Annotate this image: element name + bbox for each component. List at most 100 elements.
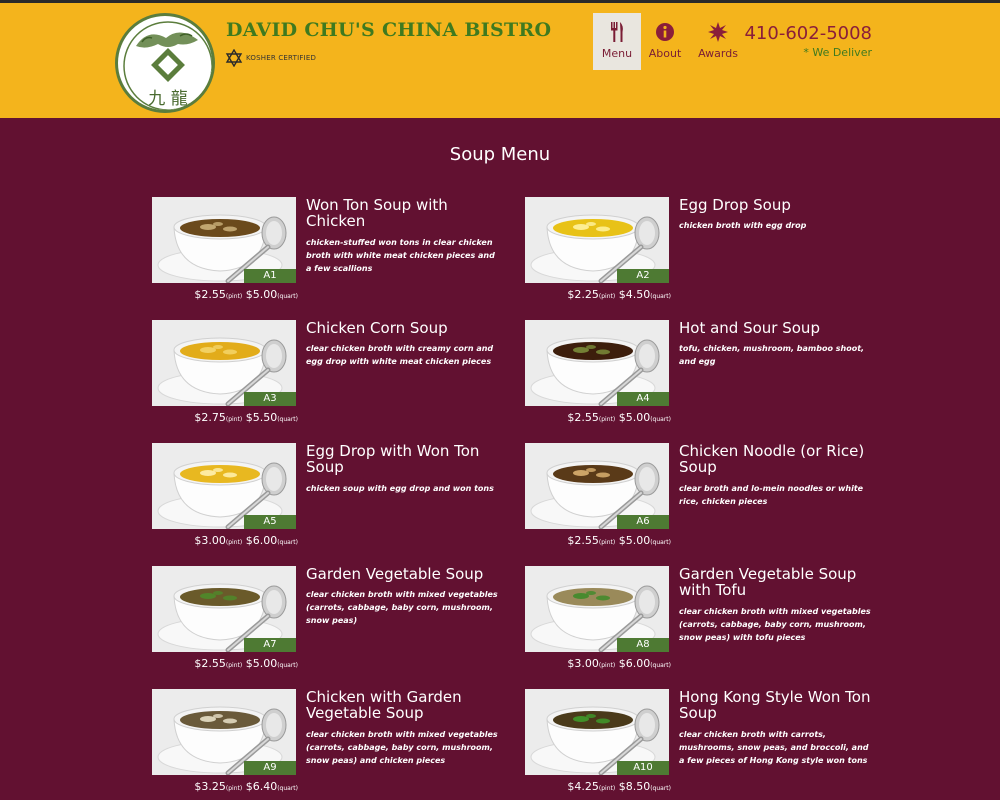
- item-name[interactable]: Won Ton Soup with Chicken: [306, 197, 502, 229]
- size-label-small: (pint): [225, 539, 243, 546]
- item-name[interactable]: Chicken Corn Soup: [306, 320, 502, 336]
- item-description: chicken broth with egg drop: [679, 221, 807, 230]
- item-description: clear broth and lo-mein noodles or white…: [679, 484, 864, 506]
- nav-menu[interactable]: Menu: [593, 13, 641, 70]
- price-small: $2.75: [194, 411, 226, 424]
- item-description: clear chicken broth with creamy corn and…: [306, 344, 494, 366]
- price-small: $2.55: [194, 288, 226, 301]
- item-code: A1: [244, 269, 296, 283]
- item-code: A3: [244, 392, 296, 406]
- star-of-david-icon: [225, 49, 243, 67]
- item-code: A4: [617, 392, 669, 406]
- nav-about[interactable]: About: [641, 13, 689, 70]
- menu-item[interactable]: A1 $2.55(pint) $5.00(quart) Won Ton Soup…: [152, 197, 502, 312]
- soup-photo[interactable]: A7: [152, 566, 296, 652]
- soup-photo[interactable]: A2: [525, 197, 669, 283]
- price-small: $4.25: [567, 780, 599, 793]
- restaurant-logo[interactable]: 九 龍: [115, 13, 215, 113]
- item-price: $2.55(pint) $5.00(quart): [525, 534, 671, 547]
- size-label-small: (pint): [598, 662, 616, 669]
- soup-photo[interactable]: A1: [152, 197, 296, 283]
- size-label-large: (quart): [650, 785, 671, 792]
- item-price: $2.55(pint) $5.00(quart): [152, 288, 298, 301]
- item-name[interactable]: Garden Vegetable Soup with Tofu: [679, 566, 875, 598]
- size-label-large: (quart): [277, 416, 298, 423]
- item-price: $2.25(pint) $4.50(quart): [525, 288, 671, 301]
- menu-item[interactable]: A5 $3.00(pint) $6.00(quart) Egg Drop wit…: [152, 443, 502, 558]
- price-large: $8.50: [618, 780, 651, 793]
- item-price: $2.55(pint) $5.00(quart): [525, 411, 671, 424]
- soup-photo[interactable]: A3: [152, 320, 296, 406]
- item-code: A8: [617, 638, 669, 652]
- item-price: $4.25(pint) $8.50(quart): [525, 780, 671, 793]
- price-large: $6.00: [245, 534, 278, 547]
- nav-menu-label: Menu: [601, 47, 633, 60]
- nav-about-label: About: [648, 47, 682, 60]
- size-label-small: (pint): [598, 539, 616, 546]
- soup-photo[interactable]: A8: [525, 566, 669, 652]
- item-code: A5: [244, 515, 296, 529]
- menu-item[interactable]: A7 $2.55(pint) $5.00(quart) Garden Veget…: [152, 566, 502, 681]
- size-label-small: (pint): [598, 785, 616, 792]
- soup-photo[interactable]: A9: [152, 689, 296, 775]
- menu-item[interactable]: A8 $3.00(pint) $6.00(quart) Garden Veget…: [525, 566, 875, 681]
- item-price: $3.00(pint) $6.00(quart): [525, 657, 671, 670]
- soup-photo[interactable]: A5: [152, 443, 296, 529]
- page-title: Soup Menu: [449, 144, 551, 165]
- item-price: $3.25(pint) $6.40(quart): [152, 780, 298, 793]
- price-small: $3.00: [194, 534, 226, 547]
- nav-awards[interactable]: Awards: [694, 13, 742, 70]
- menu-item[interactable]: A10 $4.25(pint) $8.50(quart) Hong Kong S…: [525, 689, 875, 800]
- size-label-small: (pint): [598, 416, 616, 423]
- item-description: clear chicken broth with mixed vegetable…: [306, 730, 498, 765]
- size-label-large: (quart): [277, 539, 298, 546]
- fork-knife-icon: [609, 21, 625, 43]
- size-label-large: (quart): [650, 539, 671, 546]
- brand-title[interactable]: DAVID CHU'S CHINA BISTRO: [226, 19, 551, 41]
- item-name[interactable]: Chicken Noodle (or Rice) Soup: [679, 443, 875, 475]
- item-name[interactable]: Egg Drop Soup: [679, 197, 875, 213]
- delivery-note: * We Deliver: [803, 46, 872, 59]
- price-large: $5.00: [245, 657, 278, 670]
- size-label-large: (quart): [277, 293, 298, 300]
- item-name[interactable]: Garden Vegetable Soup: [306, 566, 502, 582]
- size-label-small: (pint): [225, 416, 243, 423]
- item-name[interactable]: Chicken with Garden Vegetable Soup: [306, 689, 502, 721]
- menu-item[interactable]: A3 $2.75(pint) $5.50(quart) Chicken Corn…: [152, 320, 502, 435]
- item-code: A2: [617, 269, 669, 283]
- kosher-text: KOSHER CERTIFIED: [246, 54, 317, 62]
- price-large: $4.50: [618, 288, 651, 301]
- item-description: chicken-stuffed won tons in clear chicke…: [306, 238, 495, 273]
- award-burst-icon: [708, 21, 728, 43]
- menu-item[interactable]: A9 $3.25(pint) $6.40(quart) Chicken with…: [152, 689, 502, 800]
- price-large: $6.00: [618, 657, 651, 670]
- item-description: clear chicken broth with carrots, mushro…: [679, 730, 869, 765]
- menu-item[interactable]: A6 $2.55(pint) $5.00(quart) Chicken Nood…: [525, 443, 875, 558]
- size-label-small: (pint): [225, 662, 243, 669]
- nav-awards-label: Awards: [698, 47, 738, 60]
- item-price: $3.00(pint) $6.00(quart): [152, 534, 298, 547]
- item-name[interactable]: Hot and Sour Soup: [679, 320, 875, 336]
- price-large: $5.50: [245, 411, 278, 424]
- price-small: $2.55: [567, 534, 599, 547]
- item-price: $2.55(pint) $5.00(quart): [152, 657, 298, 670]
- dragon-logo-icon: 九 龍: [123, 21, 212, 110]
- item-code: A7: [244, 638, 296, 652]
- item-code: A6: [617, 515, 669, 529]
- price-small: $3.00: [567, 657, 599, 670]
- menu-item[interactable]: A4 $2.55(pint) $5.00(quart) Hot and Sour…: [525, 320, 875, 435]
- size-label-small: (pint): [598, 293, 616, 300]
- phone-number[interactable]: 410-602-5008: [744, 23, 872, 44]
- price-large: $5.00: [618, 534, 651, 547]
- soup-photo[interactable]: A6: [525, 443, 669, 529]
- menu-item[interactable]: A2 $2.25(pint) $4.50(quart) Egg Drop Sou…: [525, 197, 875, 312]
- soup-photo[interactable]: A10: [525, 689, 669, 775]
- size-label-small: (pint): [225, 785, 243, 792]
- item-name[interactable]: Hong Kong Style Won Ton Soup: [679, 689, 875, 721]
- price-small: $2.55: [567, 411, 599, 424]
- soup-photo[interactable]: A4: [525, 320, 669, 406]
- item-name[interactable]: Egg Drop with Won Ton Soup: [306, 443, 502, 475]
- size-label-large: (quart): [277, 785, 298, 792]
- item-description: tofu, chicken, mushroom, bamboo shoot, a…: [679, 344, 865, 366]
- item-description: clear chicken broth with mixed vegetable…: [306, 590, 498, 625]
